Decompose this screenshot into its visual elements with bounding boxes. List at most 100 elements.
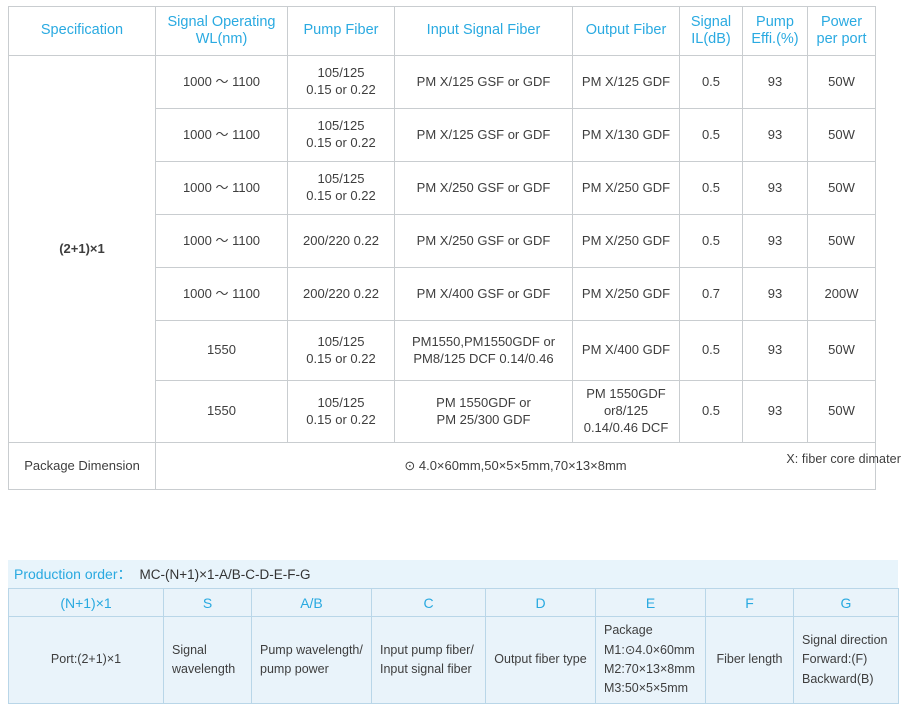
- cell-output-fiber: PM 1550GDF or8/125 0.14/0.46 DCF: [572, 380, 680, 443]
- col-header-pump-fiber: Pump Fiber: [287, 6, 395, 56]
- cell-wl: 1550: [155, 380, 288, 443]
- package-dimension-label: Package Dimension: [8, 442, 156, 490]
- order-cell-fiber-length: Fiber length: [705, 616, 794, 704]
- order-content-row: Port:(2+1)×1 Signal wavelength Pump wave…: [8, 616, 899, 704]
- cell-output-fiber-line1: PM X/125 GDF: [581, 73, 671, 89]
- cell-signal-il: 0.5: [679, 108, 743, 162]
- production-order-table: (N+1)×1 S A/B C D E F G Port:(2+1)×1 Sig…: [8, 588, 899, 704]
- cell-pump-effi: 93: [742, 214, 808, 268]
- package-dimension-row: Package Dimension ⊙ 4.0×60mm,50×5×5mm,70…: [8, 442, 876, 490]
- cell-output-fiber: PM X/250 GDF: [572, 267, 680, 321]
- col-header-signal-operating-wl: Signal Operating WL(nm): [155, 6, 288, 56]
- cell-pump-fiber: 105/125 0.15 or 0.22: [287, 161, 395, 215]
- cell-pump-effi: 93: [742, 161, 808, 215]
- order-cell-pump-wavelength-power: Pump wavelength/ pump power: [251, 616, 372, 704]
- order-cell-package-line3: M2:70×13×8mm: [604, 662, 696, 676]
- cell-wl: 1550: [155, 320, 288, 381]
- order-col-header-g: G: [793, 588, 899, 617]
- cell-pump-effi: 93: [742, 55, 808, 109]
- col-header-signal-il-line1: Signal: [690, 13, 732, 30]
- order-cell-signal-direction: Signal direction Forward:(F) Backward(B): [793, 616, 899, 704]
- cell-pump-fiber-line2: 0.15 or 0.22: [306, 135, 376, 150]
- spec-label-cell: (2+1)×1: [8, 55, 156, 443]
- order-cell-signal-wavelength-line2: wavelength: [172, 662, 236, 676]
- cell-pump-fiber: 105/125 0.15 or 0.22: [287, 380, 395, 443]
- cell-input-fiber: PM X/250 GSF or GDF: [394, 161, 573, 215]
- col-header-input-signal-fiber: Input Signal Fiber: [394, 6, 573, 56]
- cell-power-per-port: 50W: [807, 108, 876, 162]
- cell-pump-fiber-line2: 0.15 or 0.22: [306, 411, 376, 427]
- cell-input-fiber-line1: PM X/125 GSF or GDF: [416, 126, 551, 142]
- col-header-signal-operating-wl-line2: WL(nm): [195, 31, 248, 47]
- cell-output-fiber: PM X/130 GDF: [572, 108, 680, 162]
- order-cell-package-line4: M3:50×5×5mm: [604, 681, 689, 696]
- cell-power-per-port: 50W: [807, 214, 876, 268]
- col-header-pump-fiber-label: Pump Fiber: [303, 22, 379, 39]
- cell-input-fiber: PM X/125 GSF or GDF: [394, 55, 573, 109]
- specification-table-container: Specification Signal Operating WL(nm) Pu…: [8, 6, 876, 490]
- cell-pump-fiber: 105/125 0.15 or 0.22: [287, 108, 395, 162]
- cell-output-fiber: PM X/125 GDF: [572, 55, 680, 109]
- order-cell-input-fiber-line1: Input pump fiber/: [380, 642, 474, 657]
- cell-input-fiber-line1: PM X/125 GSF or GDF: [416, 73, 551, 89]
- order-cell-signal-wavelength-line1: Signal: [172, 642, 207, 657]
- cell-signal-il: 0.5: [679, 55, 743, 109]
- cell-wl: 1000 ～ 1100: [155, 267, 288, 321]
- col-header-specification-label: Specification: [40, 22, 124, 39]
- col-header-pump-effi-line1: Pump: [756, 13, 794, 30]
- cell-pump-fiber-line2: 0.15 or 0.22: [306, 350, 376, 366]
- cell-pump-effi: 93: [742, 267, 808, 321]
- order-cell-input-fiber: Input pump fiber/ Input signal fiber: [371, 616, 486, 704]
- cell-wl: 1000 ～ 1100: [155, 55, 288, 109]
- col-header-power-per-port-line1: Power: [820, 13, 863, 30]
- order-cell-output-fiber-type: Output fiber type: [485, 616, 596, 704]
- cell-output-fiber-line1: PM X/400 GDF: [581, 342, 671, 358]
- col-header-pump-effi: Pump Effi.(%): [742, 6, 808, 56]
- cell-output-fiber-line1: PM X/250 GDF: [581, 179, 671, 195]
- fiber-core-diameter-note: X: fiber core dimater: [786, 452, 901, 466]
- cell-pump-fiber: 200/220 0.22: [287, 214, 395, 268]
- cell-input-fiber-line2: PM 25/300 GDF: [436, 411, 531, 427]
- col-header-signal-operating-wl-line1: Signal Operating: [167, 13, 276, 30]
- cell-pump-fiber-line1: 105/125: [317, 65, 365, 81]
- cell-input-fiber-line1: PM 1550GDF or: [436, 394, 531, 410]
- cell-pump-fiber-line1: 200/220 0.22: [303, 232, 379, 248]
- production-order-label: Production order：: [14, 566, 132, 582]
- cell-input-fiber-line1: PM X/250 GSF or GDF: [416, 179, 551, 195]
- order-cell-signal-direction-line1: Signal direction: [802, 632, 888, 647]
- order-col-header-d: D: [485, 588, 596, 617]
- order-cell-package-line2: M1:⊙4.0×60mm: [604, 642, 695, 657]
- cell-output-fiber-line3: 0.14/0.46 DCF: [583, 419, 669, 435]
- order-col-header-s: S: [163, 588, 252, 617]
- cell-output-fiber-line1: PM 1550GDF: [586, 386, 666, 402]
- cell-pump-fiber-line1: 200/220 0.22: [303, 285, 379, 301]
- cell-pump-fiber-line1: 105/125: [317, 333, 365, 349]
- cell-pump-fiber-line2: 0.15 or 0.22: [306, 82, 376, 97]
- table-row: (2+1)×1 1000 ～ 1100 105/125 0.15 or 0.22…: [8, 55, 876, 443]
- cell-wl: 1000 ～ 1100: [155, 161, 288, 215]
- order-cell-input-fiber-line2: Input signal fiber: [380, 662, 472, 676]
- order-cell-signal-direction-line2: Forward:(F): [802, 652, 868, 667]
- cell-wl: 1000 ～ 1100: [155, 108, 288, 162]
- spec-header-row: Specification Signal Operating WL(nm) Pu…: [8, 6, 876, 56]
- col-header-input-signal-fiber-label: Input Signal Fiber: [426, 22, 541, 39]
- order-col-header-f: F: [705, 588, 794, 617]
- cell-pump-fiber-line1: 105/125: [317, 394, 365, 410]
- cell-signal-il: 0.5: [679, 214, 743, 268]
- col-header-output-fiber-label: Output Fiber: [585, 22, 667, 39]
- order-col-header-ab: A/B: [251, 588, 372, 617]
- cell-power-per-port: 50W: [807, 380, 876, 443]
- cell-input-fiber: PM1550,PM1550GDF or PM8/125 DCF 0.14/0.4…: [394, 320, 573, 381]
- cell-pump-fiber: 105/125 0.15 or 0.22: [287, 55, 395, 109]
- cell-input-fiber: PM X/125 GSF or GDF: [394, 108, 573, 162]
- cell-signal-il: 0.7: [679, 267, 743, 321]
- production-order-title: Production order： MC-(N+1)×1-A/B-C-D-E-F-…: [8, 560, 898, 588]
- cell-pump-fiber: 105/125 0.15 or 0.22: [287, 320, 395, 381]
- cell-input-fiber-line1: PM X/400 GSF or GDF: [416, 285, 551, 301]
- order-cell-package: Package M1:⊙4.0×60mm M2:70×13×8mm M3:50×…: [595, 616, 706, 704]
- cell-output-fiber-line2: or8/125: [603, 403, 649, 419]
- cell-wl: 1000 ～ 1100: [155, 214, 288, 268]
- cell-signal-il: 0.5: [679, 161, 743, 215]
- cell-pump-fiber-line1: 105/125: [317, 171, 365, 187]
- cell-input-fiber-line1: PM1550,PM1550GDF or: [411, 333, 556, 349]
